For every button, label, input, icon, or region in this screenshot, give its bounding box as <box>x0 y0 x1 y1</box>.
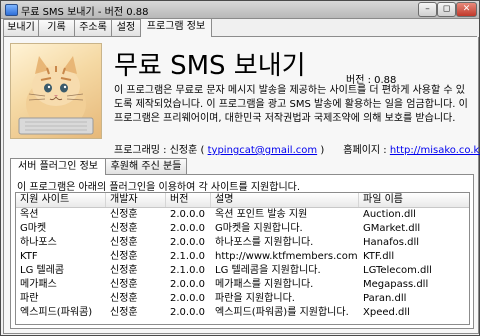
table-row[interactable]: 메가패스 신정훈 2.0.0.0 메가패스를 지원합니다. Megapass.d… <box>16 278 469 292</box>
tab-server-plugins[interactable]: 서버 플러그인 정보 <box>10 158 106 175</box>
cell-version: 2.0.0.0 <box>170 223 205 234</box>
cell-version: 2.0.0.0 <box>170 279 205 290</box>
cell-filename: LGTelecom.dll <box>363 265 432 276</box>
cell-description: 엑스피드(파워콤)를 지원합니다. <box>215 307 349 318</box>
maximize-button[interactable]: ◻ <box>437 2 456 17</box>
minimize-icon: – <box>425 4 430 14</box>
programmer-label: 프로그래밍 : 신정훈 ( <box>114 145 205 156</box>
programmer-suffix: ) <box>320 145 325 156</box>
cell-description: 하나포스를 지원합니다. <box>215 237 314 248</box>
table-row[interactable]: 하나포스 신정훈 2.0.0.0 하나포스를 지원합니다. Hanafos.dl… <box>16 236 469 250</box>
app-title: 무료 SMS 보내기 <box>114 51 306 81</box>
tab-send[interactable]: 보내기 <box>3 19 39 36</box>
homepage-link[interactable]: http://misako.co.kr <box>390 145 480 156</box>
cell-site: 하나포스 <box>20 237 57 248</box>
cell-site: 옥션 <box>20 209 39 220</box>
program-info-panel: 무료 SMS 보내기 버전 : 0.88 이 프로그램은 무료로 문자 메시지 … <box>3 37 480 334</box>
title-bar[interactable]: 무료 SMS 보내기 - 버전 0.88 – ◻ ✕ <box>1 1 479 19</box>
cell-description: http://www.ktfmembers.com ... <box>215 251 359 262</box>
tab-history[interactable]: 기록 <box>38 19 75 36</box>
column-description[interactable]: 설명 <box>211 193 359 207</box>
cell-description: LG 텔레콤을 지원합니다. <box>215 265 321 276</box>
cell-filename: Megapass.dll <box>363 279 429 290</box>
window-title: 무료 SMS 보내기 - 버전 0.88 <box>21 7 149 18</box>
kitten-logo <box>10 43 102 139</box>
plugin-list[interactable]: 지원 사이트 개발자 버전 설명 파일 이름 옥션 신정훈 2.0.0.0 옥션… <box>15 192 470 325</box>
cell-filename: GMarket.dll <box>363 223 421 234</box>
table-row[interactable]: KTF 신정훈 2.1.0.0 http://www.ktfmembers.co… <box>16 250 469 264</box>
cell-description: 옥션 포인트 발송 지원 <box>215 209 308 220</box>
cell-filename: Paran.dll <box>363 293 407 304</box>
cell-version: 2.1.0.0 <box>170 251 205 262</box>
cell-developer: 신정훈 <box>110 293 138 304</box>
app-window: 무료 SMS 보내기 - 버전 0.88 – ◻ ✕ 보내기 기록 주소록 설정… <box>0 0 480 336</box>
cell-filename: Hanafos.dll <box>363 237 420 248</box>
cell-developer: 신정훈 <box>110 279 138 290</box>
column-version[interactable]: 버전 <box>166 193 211 207</box>
minimize-button[interactable]: – <box>418 2 437 17</box>
cell-developer: 신정훈 <box>110 223 138 234</box>
homepage-label: 홈페이지 : <box>343 145 387 156</box>
cell-site: KTF <box>20 251 38 262</box>
cell-site: 엑스피드(파워콤) <box>20 307 93 318</box>
cell-filename: Xpeed.dll <box>363 307 410 318</box>
cell-developer: 신정훈 <box>110 251 138 262</box>
table-row[interactable]: 파란 신정훈 2.0.0.0 파란을 지원합니다. Paran.dll <box>16 292 469 306</box>
column-developer[interactable]: 개발자 <box>106 193 166 207</box>
cell-developer: 신정훈 <box>110 237 138 248</box>
cell-site: LG 텔레콤 <box>20 265 65 276</box>
credits-line: 프로그래밍 : 신정훈 ( typingcat@gmail.com ) 홈페이지… <box>114 141 480 156</box>
plugin-info-panel: 이 프로그램은 아래의 플러그인을 이용하여 각 사이트를 지원합니다. 지원 … <box>10 174 474 329</box>
table-row[interactable]: 옥션 신정훈 2.0.0.0 옥션 포인트 발송 지원 Auction.dll <box>16 208 469 222</box>
cell-filename: KTF.dll <box>363 251 395 262</box>
tab-addressbook[interactable]: 주소록 <box>74 19 112 36</box>
cell-version: 2.0.0.0 <box>170 293 205 304</box>
plugin-list-header: 지원 사이트 개발자 버전 설명 파일 이름 <box>16 193 469 208</box>
app-description: 이 프로그램은 무료로 문자 메시지 발송을 제공하는 사이트를 더 편하게 사… <box>114 85 468 124</box>
cell-version: 2.0.0.0 <box>170 307 205 318</box>
close-button[interactable]: ✕ <box>456 2 477 17</box>
cell-developer: 신정훈 <box>110 209 138 220</box>
cell-site: 메가패스 <box>20 279 57 290</box>
table-row[interactable]: LG 텔레콤 신정훈 2.1.0.0 LG 텔레콤을 지원합니다. LGTele… <box>16 264 469 278</box>
tab-program-info[interactable]: 프로그램 정보 <box>140 18 212 37</box>
tab-settings[interactable]: 설정 <box>111 19 141 36</box>
email-link[interactable]: typingcat@gmail.com <box>208 145 318 156</box>
cell-filename: Auction.dll <box>363 209 416 220</box>
column-site[interactable]: 지원 사이트 <box>16 193 106 207</box>
close-icon: ✕ <box>462 4 471 14</box>
column-filename[interactable]: 파일 이름 <box>359 193 469 207</box>
plugin-intro-text: 이 프로그램은 아래의 플러그인을 이용하여 각 사이트를 지원합니다. <box>17 182 301 193</box>
tab-sponsors[interactable]: 후원해 주신 분들 <box>105 158 187 174</box>
cell-site: G마켓 <box>20 223 47 234</box>
table-row[interactable]: 엑스피드(파워콤) 신정훈 2.0.0.0 엑스피드(파워콤)를 지원합니다. … <box>16 306 469 320</box>
cell-version: 2.0.0.0 <box>170 237 205 248</box>
sms-app-icon <box>5 4 18 16</box>
maximize-icon: ◻ <box>442 4 451 14</box>
cell-description: 파란을 지원합니다. <box>215 293 295 304</box>
cell-description: G마켓을 지원합니다. <box>215 223 303 234</box>
table-row[interactable]: G마켓 신정훈 2.0.0.0 G마켓을 지원합니다. GMarket.dll <box>16 222 469 236</box>
cell-version: 2.1.0.0 <box>170 265 205 276</box>
cell-description: 메가패스를 지원합니다. <box>215 279 314 290</box>
cell-developer: 신정훈 <box>110 307 138 318</box>
cell-site: 파란 <box>20 293 39 304</box>
cell-developer: 신정훈 <box>110 265 138 276</box>
cell-version: 2.0.0.0 <box>170 209 205 220</box>
